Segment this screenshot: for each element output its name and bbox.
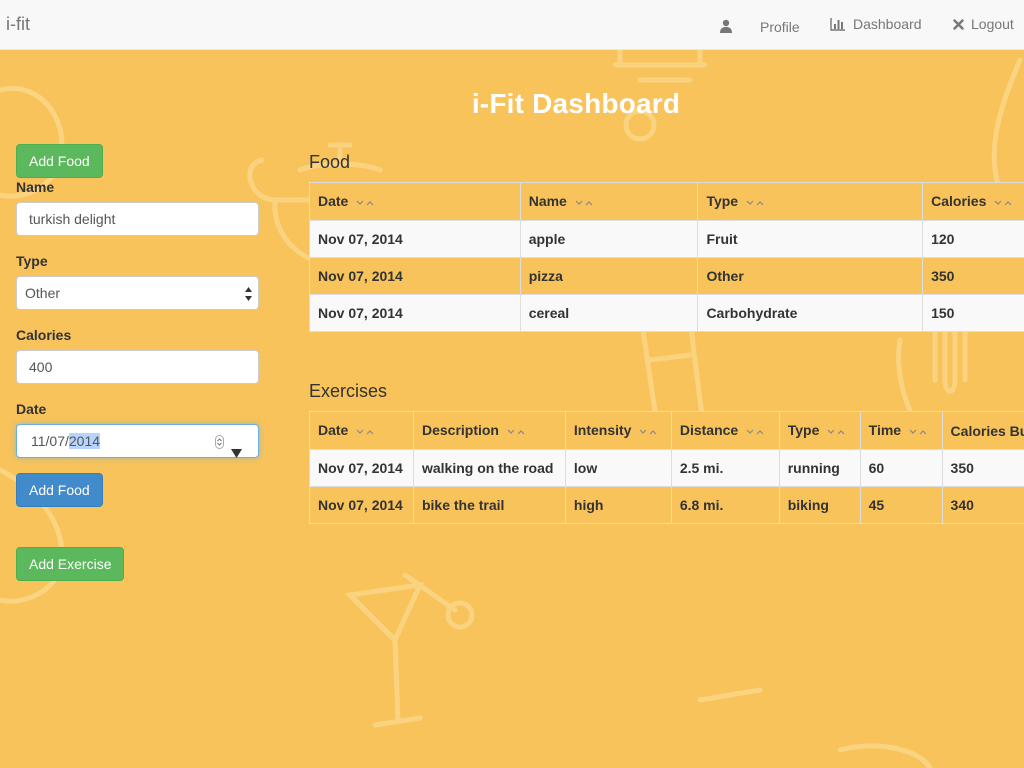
date-spinner[interactable]: [215, 435, 224, 449]
exercise-cell-type: biking: [778, 486, 861, 524]
nav-logout-label: Logout: [971, 16, 1014, 32]
exercises-table-header: Date Description Intensity Distance Type…: [309, 411, 1024, 450]
date-dropdown-arrow-icon[interactable]: [231, 437, 242, 469]
sort-chevrons-icon[interactable]: [507, 423, 525, 439]
exercise-cell-time: 45: [859, 486, 943, 524]
table-row: Nov 07, 2014 cereal Carbohydrate 150: [309, 294, 1024, 332]
exercise-col-type[interactable]: Type: [778, 411, 861, 450]
sort-chevrons-icon[interactable]: [356, 194, 374, 210]
select-updown-icon: [245, 286, 252, 302]
exercise-cell-distance: 2.5 mi.: [670, 449, 780, 487]
table-row: Nov 07, 2014 bike the trail high 6.8 mi.…: [309, 486, 1024, 524]
food-table-header: Date Name Type Calories: [309, 182, 1024, 221]
name-label: Name: [16, 179, 55, 195]
food-table: Date Name Type Calories Nov 07, 2014 app…: [309, 182, 1024, 332]
exercise-cell-time: 60: [859, 449, 943, 487]
user-icon: [719, 19, 733, 33]
exercise-cell-date: Nov 07, 2014: [309, 449, 414, 487]
exercise-col-date[interactable]: Date: [309, 411, 414, 450]
food-cell-name: apple: [519, 220, 699, 258]
nav-profile-link[interactable]: Profile: [719, 16, 800, 35]
food-section-title: Food: [309, 152, 351, 172]
type-select[interactable]: Other: [16, 276, 259, 310]
exercise-cell-intensity: high: [564, 486, 672, 524]
sort-chevrons-icon[interactable]: [746, 423, 764, 439]
bar-chart-icon: [830, 17, 846, 31]
nav-dashboard-link[interactable]: Dashboard: [830, 16, 922, 32]
food-col-date[interactable]: Date: [309, 182, 521, 221]
exercise-col-distance[interactable]: Distance: [670, 411, 780, 450]
sort-chevrons-icon[interactable]: [575, 194, 593, 210]
add-food-submit-button[interactable]: Add Food: [16, 473, 103, 507]
calories-input[interactable]: 400: [16, 350, 259, 384]
date-input[interactable]: 11/07/2014: [16, 424, 259, 458]
food-cell-calories: 150: [922, 294, 1024, 332]
food-cell-calories: 350: [922, 257, 1024, 295]
food-cell-type: Other: [697, 257, 924, 295]
food-cell-type: Fruit: [697, 220, 924, 258]
brand-logo[interactable]: i-fit: [6, 14, 30, 35]
exercise-cell-type: running: [778, 449, 861, 487]
table-row: Nov 07, 2014 walking on the road low 2.5…: [309, 449, 1024, 487]
food-col-type[interactable]: Type: [697, 182, 924, 221]
name-input[interactable]: turkish delight: [16, 202, 259, 236]
date-input-year-selected: 2014: [68, 433, 101, 449]
food-cell-date: Nov 07, 2014: [309, 294, 521, 332]
exercises-section-title: Exercises: [309, 381, 388, 401]
food-cell-name: pizza: [519, 257, 699, 295]
close-icon: [953, 18, 964, 30]
type-label: Type: [16, 253, 48, 269]
sort-chevrons-icon[interactable]: [356, 423, 374, 439]
main-content: i-Fit Dashboard Add Food Name turkish de…: [0, 50, 1024, 768]
calories-label: Calories: [16, 327, 72, 343]
date-label: Date: [16, 401, 47, 417]
nav-profile-label: Profile: [760, 19, 800, 35]
food-cell-date: Nov 07, 2014: [309, 220, 521, 258]
exercise-cell-description: walking on the road: [412, 449, 566, 487]
calories-input-value: 400: [29, 359, 53, 375]
exercise-col-calories-burned[interactable]: Calories Bu: [941, 411, 1024, 450]
exercise-cell-description: bike the trail: [412, 486, 566, 524]
exercise-col-intensity[interactable]: Intensity: [564, 411, 672, 450]
nav-logout-link[interactable]: Logout: [953, 16, 1014, 32]
exercise-col-description[interactable]: Description: [412, 411, 566, 450]
food-cell-type: Carbohydrate: [697, 294, 924, 332]
table-row: Nov 07, 2014 pizza Other 350: [309, 257, 1024, 295]
nav-dashboard-label: Dashboard: [853, 16, 922, 32]
food-cell-calories: 120: [922, 220, 1024, 258]
name-input-value: turkish delight: [29, 211, 116, 227]
exercise-cell-calories-burned: 340: [941, 486, 1024, 524]
sort-chevrons-icon[interactable]: [909, 423, 927, 439]
type-select-value: Other: [25, 285, 61, 301]
sort-chevrons-icon[interactable]: [827, 423, 845, 439]
exercises-table: Date Description Intensity Distance Type…: [309, 411, 1024, 524]
add-exercise-button[interactable]: Add Exercise: [16, 547, 125, 581]
food-col-name[interactable]: Name: [519, 182, 699, 221]
exercise-cell-calories-burned: 350: [941, 449, 1024, 487]
page-title: i-Fit Dashboard: [471, 88, 681, 119]
add-food-toggle-button[interactable]: Add Food: [16, 144, 103, 178]
exercise-cell-distance: 6.8 mi.: [670, 486, 780, 524]
exercise-col-time[interactable]: Time: [859, 411, 943, 450]
sort-chevrons-icon[interactable]: [639, 423, 657, 439]
table-row: Nov 07, 2014 apple Fruit 120: [309, 220, 1024, 258]
exercise-cell-date: Nov 07, 2014: [309, 486, 414, 524]
food-col-calories[interactable]: Calories: [922, 182, 1024, 221]
sort-chevrons-icon[interactable]: [994, 194, 1012, 210]
food-cell-date: Nov 07, 2014: [309, 257, 521, 295]
sort-chevrons-icon[interactable]: [746, 194, 764, 210]
navbar: i-fit Profile Dashboard Logout: [0, 0, 1024, 50]
date-input-prefix: 11/07/: [31, 433, 69, 449]
exercise-cell-intensity: low: [564, 449, 672, 487]
food-cell-name: cereal: [519, 294, 699, 332]
